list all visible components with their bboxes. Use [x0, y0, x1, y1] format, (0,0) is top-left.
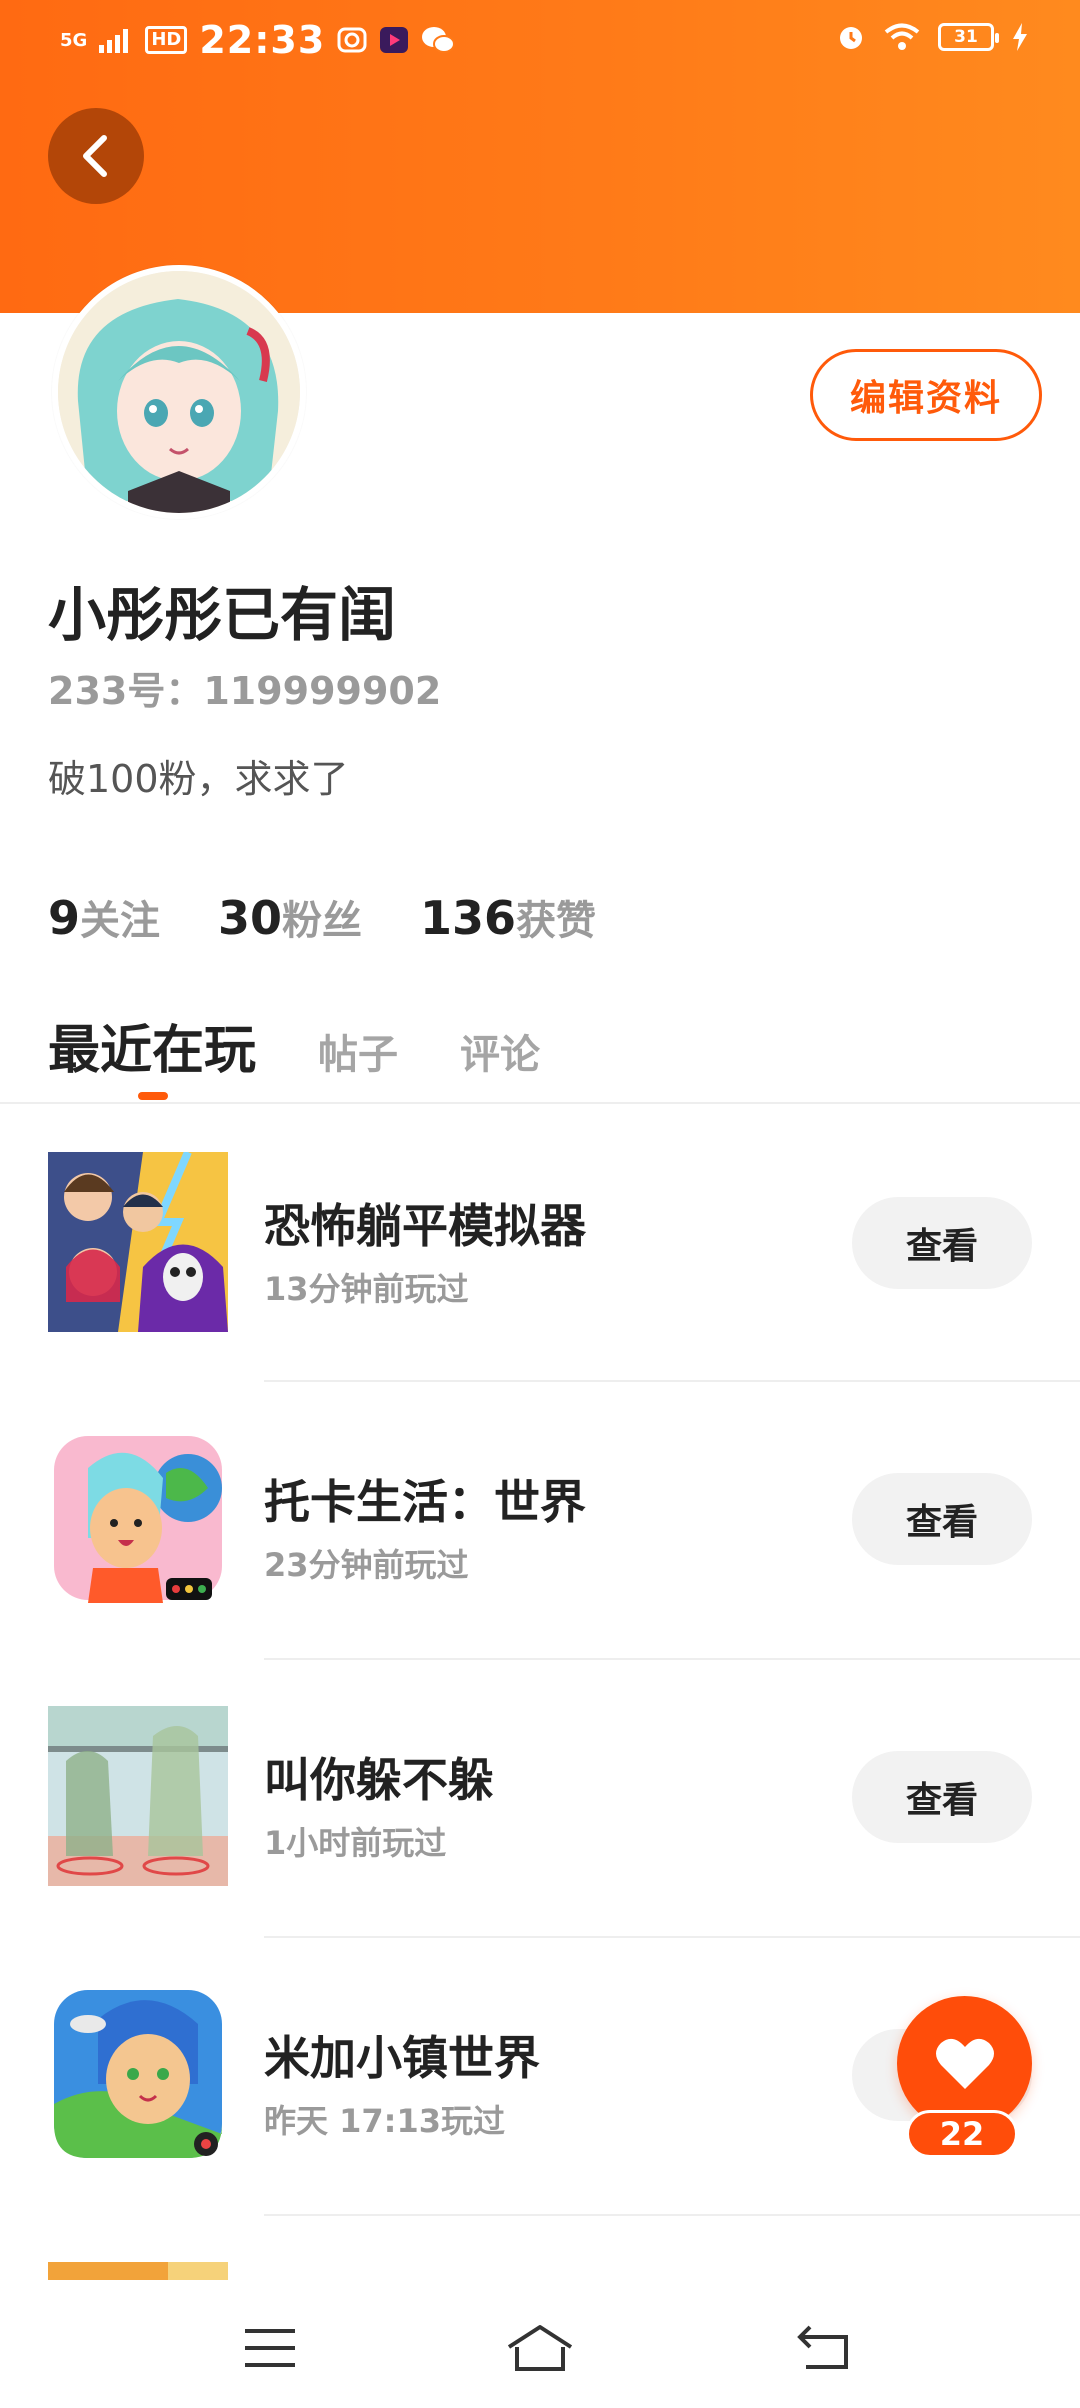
battery-indicator: 31 — [938, 23, 999, 51]
tabs-divider — [0, 1102, 1080, 1104]
status-time: 22:33 — [199, 18, 326, 62]
row-divider — [264, 2214, 1080, 2216]
stat-followers-count: 30 — [218, 891, 283, 945]
stat-likes[interactable]: 136获赞 — [420, 888, 596, 946]
active-tab-indicator — [138, 1092, 168, 1100]
game-icon — [48, 1428, 228, 1608]
view-game-button[interactable]: 查看 — [852, 1197, 1032, 1289]
wechat-icon — [422, 27, 456, 53]
game-title: 米加小镇世界 — [264, 2031, 540, 2085]
view-game-button[interactable]: 查看 — [852, 1473, 1032, 1565]
profile-stats: 9关注 30粉丝 136获赞 — [48, 888, 596, 946]
stat-followers[interactable]: 30粉丝 — [218, 888, 362, 946]
game-icon — [48, 1706, 228, 1886]
stat-following-label: 关注 — [80, 898, 161, 944]
list-item-partial — [48, 2262, 228, 2282]
stat-likes-label: 获赞 — [516, 898, 597, 944]
wifi-icon — [884, 23, 920, 50]
menu-icon — [245, 2329, 295, 2367]
alarm-icon — [840, 27, 862, 49]
home-button[interactable] — [500, 2318, 580, 2378]
row-divider — [264, 1658, 1080, 1660]
game-title: 恐怖躺平模拟器 — [264, 1199, 586, 1253]
menu-button[interactable] — [230, 2318, 310, 2378]
tab-comments[interactable]: 评论 — [460, 1022, 540, 1080]
avatar[interactable] — [52, 265, 306, 519]
network-indicator: 5G — [60, 29, 88, 51]
game-last-played: 13分钟前玩过 — [264, 1270, 469, 1308]
return-icon — [797, 2325, 848, 2369]
home-icon — [507, 2325, 573, 2371]
tab-recently-played[interactable]: 最近在玩 — [48, 1008, 256, 1083]
tab-posts[interactable]: 帖子 — [318, 1022, 398, 1080]
user-id: 233号：119999902 — [48, 669, 442, 713]
user-bio: 破100粉，求求了 — [48, 757, 349, 801]
game-last-played: 昨天 17:13玩过 — [264, 2102, 506, 2140]
profile-tabs: 最近在玩 帖子 评论 — [48, 1008, 540, 1083]
avatar-illustration — [58, 271, 300, 513]
chevron-left-icon — [83, 135, 107, 177]
hd-badge: HD — [145, 26, 188, 54]
game-title: 叫你躲不躲 — [264, 1753, 494, 1807]
stat-likes-count: 136 — [420, 891, 517, 945]
game-icon — [48, 1984, 228, 2164]
stat-following[interactable]: 9关注 — [48, 888, 160, 946]
back-button[interactable] — [48, 108, 144, 204]
game-icon — [48, 1152, 228, 1332]
video-app-icon — [380, 27, 409, 53]
back-nav-button[interactable] — [784, 2318, 864, 2378]
charging-icon — [1013, 23, 1027, 51]
heart-icon — [935, 2038, 994, 2089]
row-divider — [264, 1936, 1080, 1938]
list-item[interactable]: 恐怖躺平模拟器 13分钟前玩过 查看 — [0, 1152, 1080, 1430]
stat-following-count: 9 — [48, 891, 81, 945]
list-item[interactable]: 叫你躲不躲 1小时前玩过 查看 — [0, 1706, 1080, 1984]
game-title: 托卡生活：世界 — [264, 1475, 586, 1529]
view-game-button[interactable]: 查看 — [852, 1751, 1032, 1843]
camera-app-icon — [337, 27, 367, 53]
edit-profile-button[interactable]: 编辑资料 — [810, 349, 1042, 441]
row-divider — [264, 1380, 1080, 1382]
like-count-badge: 22 — [906, 2110, 1018, 2158]
game-last-played: 1小时前玩过 — [264, 1824, 447, 1862]
status-bar: 5G HD 22:33 31 — [0, 0, 1080, 80]
stat-followers-label: 粉丝 — [282, 898, 363, 944]
list-item[interactable]: 托卡生活：世界 23分钟前玩过 查看 — [0, 1428, 1080, 1706]
user-nickname: 小彤彤已有闺 — [48, 581, 397, 649]
game-last-played: 23分钟前玩过 — [264, 1546, 469, 1584]
signal-icon — [99, 29, 129, 53]
system-nav-bar — [0, 2280, 1080, 2408]
